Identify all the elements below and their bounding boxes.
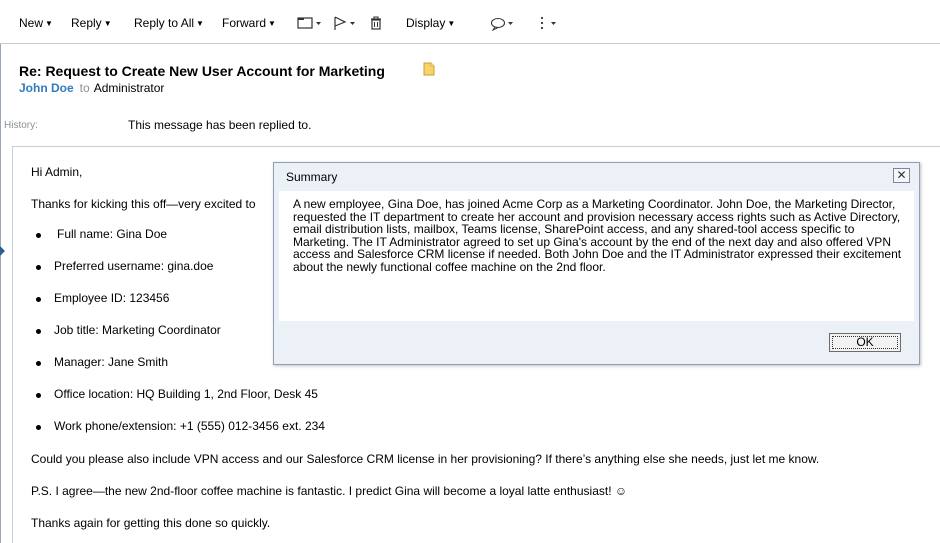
splitter-arrow-icon[interactable] [0,246,5,256]
reply-all-button[interactable]: Reply to All ▼ [134,14,204,32]
dialog-title: Summary [286,170,338,184]
trash-icon [371,16,381,30]
list-item: Employee ID: 123456 [54,291,170,305]
display-button[interactable]: Display ▼ [406,14,455,32]
flag-button[interactable] [333,15,359,31]
list-item: Manager: Jane Smith [54,355,169,369]
list-item: Office location: HQ Building 1, 2nd Floo… [54,387,318,401]
delete-button[interactable] [369,15,383,31]
ok-button[interactable]: OK [829,333,901,352]
sender-line: John Doe to Administrator [19,81,164,95]
reply-button[interactable]: Reply ▼ [71,14,112,32]
greeting: Hi Admin, [31,165,83,179]
close-icon: ✕ [896,168,907,182]
history-label: History: [4,120,38,131]
to-label: to [79,81,90,95]
bullet-icon [36,265,41,270]
more-vertical-icon [540,16,556,30]
recipient-name[interactable]: Administrator [94,81,165,95]
summary-text: A new employee, Gina Doe, has joined Acm… [279,191,914,321]
bullet-icon [36,425,41,430]
note-icon [423,62,435,76]
forward-label: Forward [222,16,267,30]
request-paragraph: Could you please also include VPN access… [31,452,820,466]
move-to-folder-button[interactable] [297,15,323,31]
note-button[interactable] [423,62,435,79]
speech-bubble-icon [490,17,513,32]
history-text: This message has been replied to. [128,118,312,132]
chevron-down-icon: ▼ [268,19,276,28]
sender-name[interactable]: John Doe [19,81,74,95]
chevron-down-icon: ▼ [447,19,456,28]
message-subject: Re: Request to Create New User Account f… [19,63,385,79]
flag-icon [334,16,355,30]
toolbar: New ▼ Reply ▼ Reply to All ▼ Forward ▼ Displ… [0,0,940,44]
bullet-icon [36,297,41,302]
reply-all-label: Reply to All [134,16,195,30]
forward-button[interactable]: Forward ▼ [222,14,276,32]
list-item: Full name: Gina Doe [57,227,168,241]
bullet-icon [36,393,41,398]
list-item: Job title: Marketing Coordinator [54,323,221,337]
closing-paragraph: Thanks again for getting this done so qu… [31,516,271,530]
summary-dialog: Summary ✕ A new employee, Gina Doe, has … [273,162,920,365]
ps-paragraph: P.S. I agree—the new 2nd-floor coffee ma… [31,484,628,498]
list-item: Preferred username: gina.doe [54,259,214,273]
bullet-icon [36,361,41,366]
intro-text: Thanks for kicking this off—very excited… [31,197,256,211]
comment-button[interactable] [490,15,518,32]
reply-label: Reply [71,16,102,30]
chevron-down-icon: ▼ [196,19,204,28]
bullet-icon [36,329,41,334]
folder-icon [297,17,321,29]
close-button[interactable]: ✕ [893,168,910,183]
bullet-icon [36,233,41,238]
chevron-down-icon: ▼ [103,19,112,28]
new-label: New [19,16,44,30]
display-label: Display [406,16,446,30]
list-item: Work phone/extension: +1 (555) 012-3456 … [54,419,325,433]
new-button[interactable]: New ▼ [19,14,53,32]
chevron-down-icon: ▼ [45,19,53,28]
more-actions-button[interactable] [538,15,564,31]
